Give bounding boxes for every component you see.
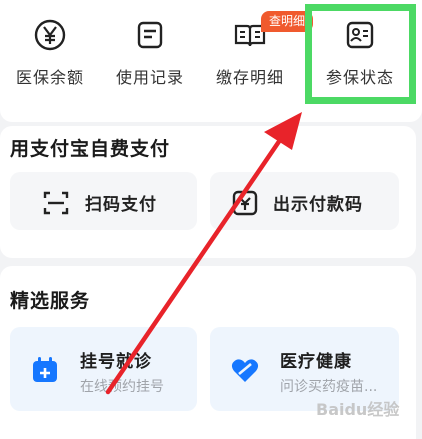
scan-pay-label: 扫码支付 <box>85 195 157 215</box>
watermark: Baidu经验 <box>316 400 400 419</box>
section-title: 用支付宝自费支付 <box>10 138 171 160</box>
top-menu-card: 医保余额 使用记录 缴存明细 参保状态 查明细 <box>0 0 422 122</box>
menu-item-usage-records[interactable]: 使用记录 <box>100 18 200 88</box>
show-code-label: 出示付款码 <box>273 195 363 215</box>
section-title: 精选服务 <box>10 290 91 312</box>
menu-item-label: 缴存明细 <box>215 68 284 87</box>
self-pay-card: 用支付宝自费支付 扫码支付 出示付款码 <box>0 126 416 258</box>
menu-item-label: 使用记录 <box>115 68 184 87</box>
service-subtitle: 在线预约挂号 <box>80 379 164 395</box>
scan-icon <box>43 191 69 215</box>
service-title: 挂号就诊 <box>80 352 152 372</box>
service-subtitle: 问诊买药疫苗... <box>280 379 378 395</box>
service-registration[interactable]: 挂号就诊 在线预约挂号 <box>10 327 197 411</box>
highlight-box <box>305 4 416 104</box>
service-title: 医疗健康 <box>280 352 352 372</box>
scan-pay-button[interactable]: 扫码支付 <box>10 172 197 230</box>
payment-code-icon <box>232 190 258 216</box>
show-payment-code-button[interactable]: 出示付款码 <box>210 172 399 230</box>
calendar-plus-icon <box>33 357 57 382</box>
menu-item-balance[interactable]: 医保余额 <box>0 18 100 88</box>
menu-item-label: 医保余额 <box>15 68 84 87</box>
document-icon <box>137 21 163 49</box>
heart-icon <box>231 359 259 382</box>
yuan-circle-icon <box>34 19 66 51</box>
